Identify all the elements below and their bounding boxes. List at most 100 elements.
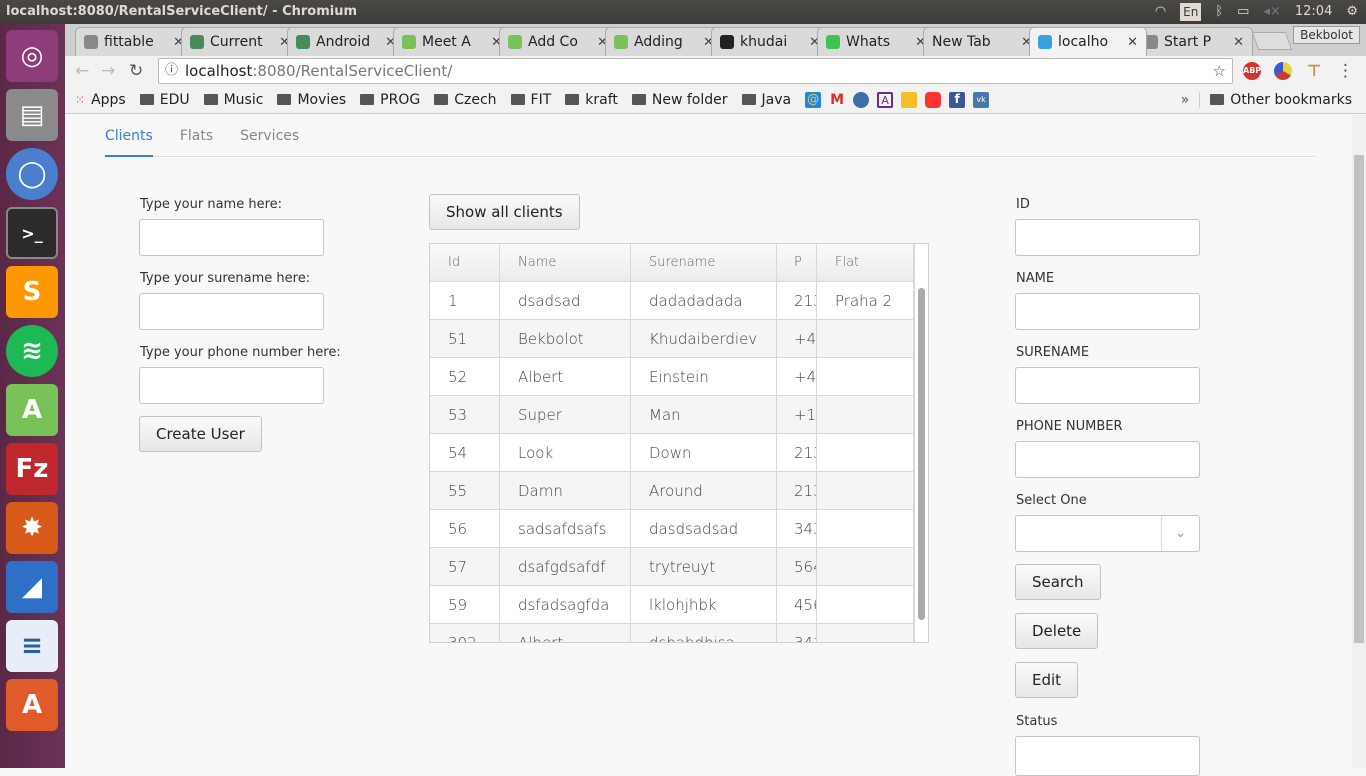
header-flat[interactable]: Flat — [817, 244, 914, 282]
table-row[interactable]: 51BekbolotKhudaiberdiev+42 — [430, 320, 914, 358]
close-tab-icon[interactable]: ✕ — [1233, 35, 1244, 50]
chevron-down-icon[interactable]: ⌄ — [1161, 516, 1199, 551]
wifi-icon[interactable]: ◠ — [1155, 0, 1166, 24]
table-row[interactable]: 57dsafgdsafdftrytreuyt564 — [430, 548, 914, 586]
clock[interactable]: 12:04 — [1295, 0, 1332, 24]
edit-button[interactable]: Edit — [1015, 662, 1079, 698]
bookmark-star-icon[interactable]: ☆ — [1213, 59, 1226, 83]
chromium-icon[interactable]: ◯ — [6, 148, 58, 200]
wireshark-icon[interactable]: ◢ — [6, 561, 58, 613]
software-center-icon[interactable]: A — [6, 679, 58, 731]
page-scrollbar[interactable] — [1352, 115, 1366, 768]
grid-scrollbar-thumb[interactable] — [918, 288, 925, 620]
color-extension-icon[interactable] — [1274, 62, 1292, 80]
browser-tab[interactable]: New Tab ✕ — [923, 27, 1041, 56]
adblock-plus-icon[interactable]: ABP — [1243, 62, 1261, 80]
bookmark-folder[interactable]: EDU — [139, 92, 190, 108]
forward-button[interactable]: → — [101, 61, 115, 81]
name-field-input[interactable] — [1015, 293, 1200, 330]
bookmark-folder[interactable]: kraft — [565, 92, 618, 108]
bluetooth-icon[interactable]: ᛒ — [1215, 0, 1223, 24]
more-bookmarks-chevron[interactable]: » — [1181, 92, 1190, 108]
browser-tab[interactable]: Add Co ✕ — [499, 27, 617, 56]
bookmark-folder[interactable]: Movies — [277, 92, 346, 108]
bookmark-folder[interactable]: Czech — [434, 92, 497, 108]
reload-button[interactable]: ↻ — [129, 61, 143, 81]
browser-tab[interactable]: localho ✕ — [1029, 27, 1147, 56]
browser-tab[interactable]: Android ✕ — [287, 27, 405, 56]
android-studio-icon[interactable]: A — [6, 384, 58, 436]
header-phone[interactable]: P — [777, 244, 817, 282]
close-tab-icon[interactable]: ✕ — [1127, 35, 1138, 50]
surename-field-input[interactable] — [1015, 367, 1200, 404]
youtube-icon[interactable] — [925, 91, 942, 108]
grid-scrollbar[interactable] — [914, 244, 928, 642]
sublime-text-icon[interactable]: S — [6, 266, 58, 318]
page-scrollbar-thumb[interactable] — [1354, 155, 1364, 643]
name-input[interactable] — [139, 219, 324, 256]
ubuntu-dash-icon[interactable]: ◎ — [6, 30, 58, 82]
table-row[interactable]: 52AlbertEinstein+42 — [430, 358, 914, 396]
table-row[interactable]: 302Albertdsbahdbjsa341 — [430, 624, 914, 642]
keyboard-layout[interactable]: En — [1180, 3, 1202, 21]
browser-tab[interactable]: fittable ✕ — [75, 27, 193, 56]
phone-field-input[interactable] — [1015, 441, 1200, 478]
tab-flats[interactable]: Flats — [180, 115, 213, 157]
delete-button[interactable]: Delete — [1015, 613, 1099, 649]
table-row[interactable]: 59dsfadsagfdalklohjhbk456 — [430, 586, 914, 624]
header-name[interactable]: Name — [500, 244, 631, 282]
filezilla-icon[interactable]: Fz — [6, 443, 58, 495]
profile-button[interactable]: Bekbolot — [1293, 26, 1360, 44]
table-row[interactable]: 53SuperMan+12 — [430, 396, 914, 434]
mathematica-icon[interactable]: ✸ — [6, 502, 58, 554]
surename-input[interactable] — [139, 293, 324, 330]
browser-tab[interactable]: Start P ✕ — [1135, 27, 1253, 56]
status-field[interactable] — [1015, 736, 1200, 776]
browser-tab[interactable]: Adding ✕ — [605, 27, 723, 56]
header-id[interactable]: Id — [430, 244, 500, 282]
bookmark-a-icon[interactable]: A — [877, 91, 894, 108]
menu-icon[interactable]: ⋮ — [1337, 61, 1354, 81]
vk-icon[interactable]: vk — [973, 91, 990, 108]
browser-tab[interactable]: Whats ✕ — [817, 27, 935, 56]
new-tab-button[interactable] — [1251, 32, 1293, 50]
phone-input[interactable] — [139, 367, 324, 404]
header-surename[interactable]: Surename — [631, 244, 777, 282]
id-input[interactable] — [1015, 219, 1200, 256]
bookmark-folder[interactable]: PROG — [360, 92, 420, 108]
bookmark-globe-icon[interactable] — [853, 91, 870, 108]
search-button[interactable]: Search — [1015, 564, 1101, 600]
terminal-icon[interactable]: >_ — [6, 207, 58, 259]
files-icon[interactable]: ▤ — [6, 89, 58, 141]
bookmark-folder[interactable]: Music — [203, 92, 263, 108]
gmail-icon[interactable]: M — [829, 92, 845, 108]
mail-at-icon[interactable]: @ — [805, 91, 822, 108]
power-icon[interactable]: ⚙ — [1346, 0, 1358, 24]
spotify-icon[interactable]: ≋ — [6, 325, 58, 377]
browser-tab[interactable]: Meet A ✕ — [393, 27, 511, 56]
site-info-icon[interactable]: ⓘ — [165, 59, 178, 83]
create-user-button[interactable]: Create User — [139, 416, 262, 452]
back-button[interactable]: ← — [75, 61, 89, 81]
tab-clients[interactable]: Clients — [105, 115, 153, 157]
browser-tab[interactable]: Current ✕ — [181, 27, 299, 56]
table-row[interactable]: 1dsadsaddadadadada213Praha 2 — [430, 282, 914, 320]
volume-icon[interactable]: ◂× — [1263, 0, 1280, 24]
bookmark-apps[interactable]: ⁙ Apps — [75, 92, 126, 108]
table-row[interactable]: 56sadsafdsafsdasdsadsad343 — [430, 510, 914, 548]
bookmark-other[interactable]: Other bookmarks — [1199, 91, 1352, 108]
table-row[interactable]: 54LookDown213 — [430, 434, 914, 472]
bookmark-folder[interactable]: Java — [741, 92, 791, 108]
battery-icon[interactable]: ▭ — [1237, 0, 1249, 24]
libreoffice-writer-icon[interactable]: ≡ — [6, 620, 58, 672]
browser-tab[interactable]: khudai ✕ — [711, 27, 829, 56]
bookmark-folder[interactable]: New folder — [631, 92, 728, 108]
facebook-icon[interactable]: f — [949, 91, 966, 108]
tab-services[interactable]: Services — [240, 115, 299, 157]
keep-icon[interactable] — [901, 91, 918, 108]
select-one-dropdown[interactable]: ⌄ — [1015, 515, 1200, 552]
table-row[interactable]: 55DamnAround213 — [430, 472, 914, 510]
extension-icon[interactable]: ⊤ — [1305, 62, 1323, 80]
show-all-clients-button[interactable]: Show all clients — [429, 194, 580, 230]
bookmark-folder[interactable]: FIT — [510, 92, 551, 108]
